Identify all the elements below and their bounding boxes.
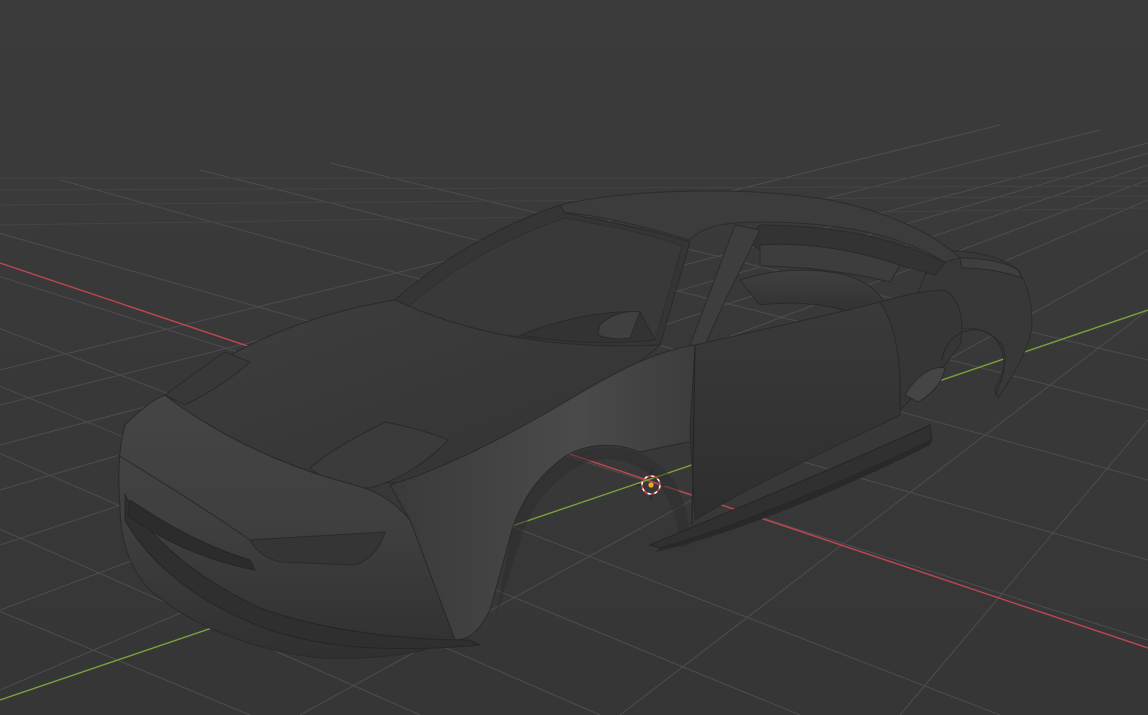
- 3d-viewport[interactable]: [0, 0, 1148, 715]
